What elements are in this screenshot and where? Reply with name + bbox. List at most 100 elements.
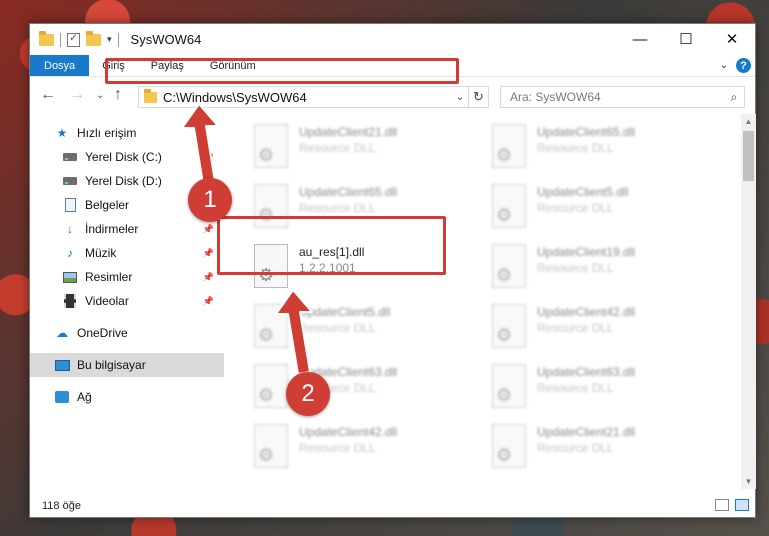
sidebar-item-label: Yerel Disk (D:): [85, 174, 162, 188]
dll-file-icon: [492, 244, 526, 288]
sidebar-item-quick-access[interactable]: ★ Hızlı erişim: [30, 121, 224, 145]
download-icon: ↓: [67, 222, 73, 236]
pictures-icon: [62, 270, 78, 284]
address-path[interactable]: C:\Windows\SysWOW64: [163, 90, 452, 105]
sidebar-item-music[interactable]: ♪ Müzik 📌: [30, 241, 224, 265]
address-bar-highlight: [105, 58, 459, 84]
scroll-thumb[interactable]: [743, 131, 754, 181]
dll-file-icon: [492, 424, 526, 468]
file-tile[interactable]: UpdateClient21.dll Resource DLL: [250, 120, 480, 178]
pin-icon[interactable]: 📌: [203, 224, 214, 235]
documents-icon: [62, 198, 78, 212]
details-view-icon[interactable]: [715, 499, 729, 511]
up-arrow-icon[interactable]: ↑: [114, 86, 122, 104]
sidebar-item-downloads[interactable]: ↓ İndirmeler 📌: [30, 217, 224, 241]
dll-file-icon: [254, 364, 288, 408]
search-box[interactable]: ⌕: [500, 86, 745, 108]
file-name: UpdateClient65.dll: [299, 185, 398, 199]
search-icon[interactable]: ⌕: [724, 90, 744, 105]
file-tile[interactable]: UpdateClient21.dll Resource DLL: [488, 420, 718, 478]
vertical-scrollbar[interactable]: ▲ ▼: [741, 114, 756, 489]
sidebar-item-label: Müzik: [85, 246, 117, 260]
tab-file[interactable]: Dosya: [30, 55, 90, 76]
file-tile[interactable]: UpdateClient5.dll Resource DLL: [250, 300, 480, 358]
refresh-icon[interactable]: ↻: [468, 87, 488, 107]
music-icon: ♪: [67, 246, 73, 260]
separator: [60, 32, 61, 47]
navigation-pane: ★ Hızlı erişim Yerel Disk (C:) 📌 Yerel D…: [30, 114, 225, 489]
sidebar-item-label: Yerel Disk (C:): [85, 150, 162, 164]
customize-toolbar-icon[interactable]: ▾: [107, 34, 112, 45]
folder-icon[interactable]: [39, 30, 54, 46]
file-description: Resource DLL: [537, 261, 614, 275]
forward-arrow-icon[interactable]: →: [69, 86, 85, 104]
file-description: Resource DLL: [299, 201, 376, 215]
maximize-button[interactable]: ☐: [663, 24, 709, 54]
back-arrow-icon[interactable]: ←: [40, 86, 56, 104]
file-description: Resource DLL: [537, 201, 614, 215]
sidebar-item-label: Ağ: [77, 390, 92, 404]
file-description: Resource DLL: [299, 141, 376, 155]
large-icons-view-icon[interactable]: [735, 499, 749, 511]
help-icon[interactable]: ?: [736, 58, 751, 73]
window-title: SysWOW64: [130, 32, 202, 47]
scroll-up-icon[interactable]: ▲: [741, 114, 756, 129]
title-bar: ▾ SysWOW64 — ☐ ✕: [30, 24, 755, 55]
file-tile[interactable]: UpdateClient19.dll Resource DLL: [488, 240, 718, 298]
separator: [117, 32, 119, 47]
dll-file-icon: [492, 124, 526, 168]
sidebar-item-onedrive[interactable]: ☁ OneDrive: [30, 321, 224, 345]
properties-icon[interactable]: [67, 31, 80, 47]
file-description: Resource DLL: [537, 441, 614, 455]
pin-icon[interactable]: 📌: [203, 272, 214, 283]
file-tile[interactable]: UpdateClient63.dllResource DLL: [250, 360, 480, 418]
file-name: UpdateClient65.dll: [537, 125, 636, 139]
sidebar-item-disk-c[interactable]: Yerel Disk (C:) 📌: [30, 145, 224, 169]
expand-ribbon-icon[interactable]: ⌄: [720, 60, 728, 71]
file-description: Resource DLL: [537, 381, 614, 395]
drive-icon: [62, 174, 78, 188]
sidebar-item-label: Belgeler: [85, 198, 130, 212]
file-description: Resource DLL: [537, 321, 614, 335]
close-button[interactable]: ✕: [709, 24, 755, 54]
pin-icon[interactable]: 📌: [203, 248, 214, 259]
file-tile[interactable]: UpdateClient42.dll Resource DLL: [250, 420, 480, 478]
quick-access-toolbar: ▾: [30, 30, 119, 47]
sidebar-item-videos[interactable]: Videolar 📌: [30, 289, 224, 313]
file-name: UpdateClient21.dll: [299, 125, 398, 139]
file-tile[interactable]: UpdateClient63.dllResource DLL: [488, 360, 718, 418]
file-description: Resource DLL: [299, 321, 376, 335]
star-icon: ★: [56, 126, 68, 140]
pin-icon[interactable]: 📌: [203, 152, 214, 163]
file-description: Resource DLL: [299, 441, 376, 455]
dll-file-icon: [254, 304, 288, 348]
pin-icon[interactable]: 📌: [203, 296, 214, 307]
dll-file-icon: [254, 424, 288, 468]
sidebar-item-this-pc[interactable]: Bu bilgisayar: [30, 353, 224, 377]
status-bar: 118 öğe: [30, 494, 755, 518]
step-1-badge: 1: [188, 178, 232, 222]
file-name: UpdateClient5.dll: [537, 185, 629, 199]
computer-icon: [54, 358, 70, 372]
address-bar[interactable]: C:\Windows\SysWOW64 ⌄ ↻: [138, 86, 489, 108]
minimize-button[interactable]: —: [617, 24, 663, 54]
recent-locations-icon[interactable]: ⌄: [96, 90, 104, 101]
sidebar-item-pictures[interactable]: Resimler 📌: [30, 265, 224, 289]
dll-file-icon: [492, 304, 526, 348]
file-tile[interactable]: UpdateClient65.dll Resource DLL: [488, 120, 718, 178]
sidebar-item-network[interactable]: Ağ: [30, 385, 224, 409]
scroll-down-icon[interactable]: ▼: [741, 474, 756, 489]
item-count: 118 öğe: [42, 500, 81, 512]
file-tile[interactable]: UpdateClient5.dll Resource DLL: [488, 180, 718, 238]
file-name: UpdateClient42.dll: [299, 425, 398, 439]
sidebar-item-label: Bu bilgisayar: [77, 358, 146, 372]
search-input[interactable]: [510, 90, 724, 104]
file-description: Resource DLL: [537, 141, 614, 155]
dll-file-icon: [492, 184, 526, 228]
new-folder-icon[interactable]: [86, 30, 101, 46]
file-name: UpdateClient19.dll: [537, 245, 636, 259]
sidebar-item-label: İndirmeler: [85, 222, 139, 236]
file-tile[interactable]: UpdateClient42.dll Resource DLL: [488, 300, 718, 358]
address-dropdown-icon[interactable]: ⌄: [452, 92, 468, 103]
dll-file-icon: [492, 364, 526, 408]
